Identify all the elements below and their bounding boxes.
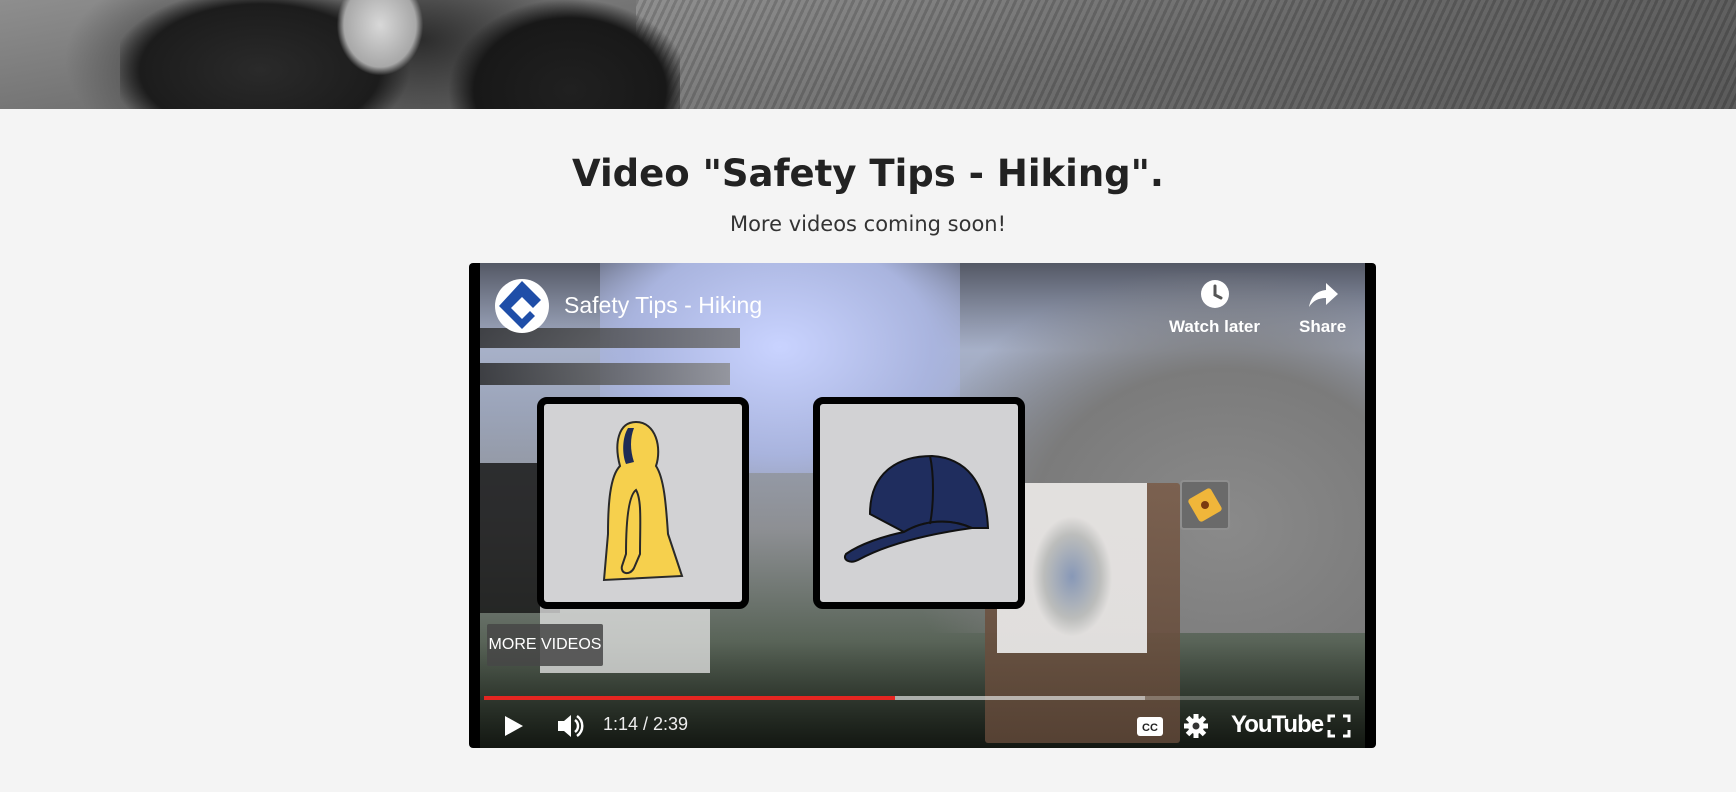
page-title: Video "Safety Tips - Hiking". — [572, 152, 1164, 195]
hero-banner-image — [0, 0, 1736, 109]
play-icon — [505, 716, 523, 736]
channel-logo-icon[interactable] — [495, 279, 549, 333]
more-videos-button[interactable]: MORE VIDEOS — [487, 624, 603, 666]
share-arrow-icon — [1308, 283, 1338, 307]
raincoat-icon — [602, 420, 684, 582]
settings-button[interactable] — [1181, 706, 1211, 746]
page-subtitle: More videos coming soon! — [729, 212, 1007, 236]
gear-icon — [1184, 714, 1208, 738]
cc-icon: CC — [1137, 717, 1163, 736]
fullscreen-icon — [1327, 714, 1351, 738]
svg-text:CC: CC — [1142, 722, 1158, 734]
captions-button[interactable]: CC — [1135, 706, 1165, 746]
fullscreen-button[interactable] — [1324, 706, 1354, 746]
hiker-with-child — [120, 0, 680, 109]
cap-icon — [844, 454, 990, 563]
wall-badge-icon — [1180, 480, 1230, 530]
video-player[interactable]: Safety Tips - Hiking Watch later Share M… — [469, 263, 1376, 748]
volume-icon — [558, 714, 584, 738]
share-button[interactable]: Share — [1299, 277, 1346, 337]
clock-icon — [1200, 280, 1229, 308]
youtube-logo-link[interactable]: YouTube — [1231, 711, 1324, 739]
mute-button[interactable] — [554, 706, 586, 746]
watch-later-label: Watch later — [1169, 317, 1261, 336]
time-display: 1:14 / 2:39 — [603, 714, 689, 734]
progress-played — [484, 696, 895, 700]
video-title-link[interactable]: Safety Tips - Hiking — [564, 292, 762, 319]
progress-bar[interactable] — [484, 696, 1359, 700]
play-button[interactable] — [499, 706, 529, 746]
cap-card — [813, 397, 1025, 609]
raincoat-card — [537, 397, 749, 609]
mountain-ridge — [636, 0, 1736, 109]
watch-later-button[interactable]: Watch later — [1169, 277, 1260, 337]
share-label: Share — [1299, 317, 1347, 336]
